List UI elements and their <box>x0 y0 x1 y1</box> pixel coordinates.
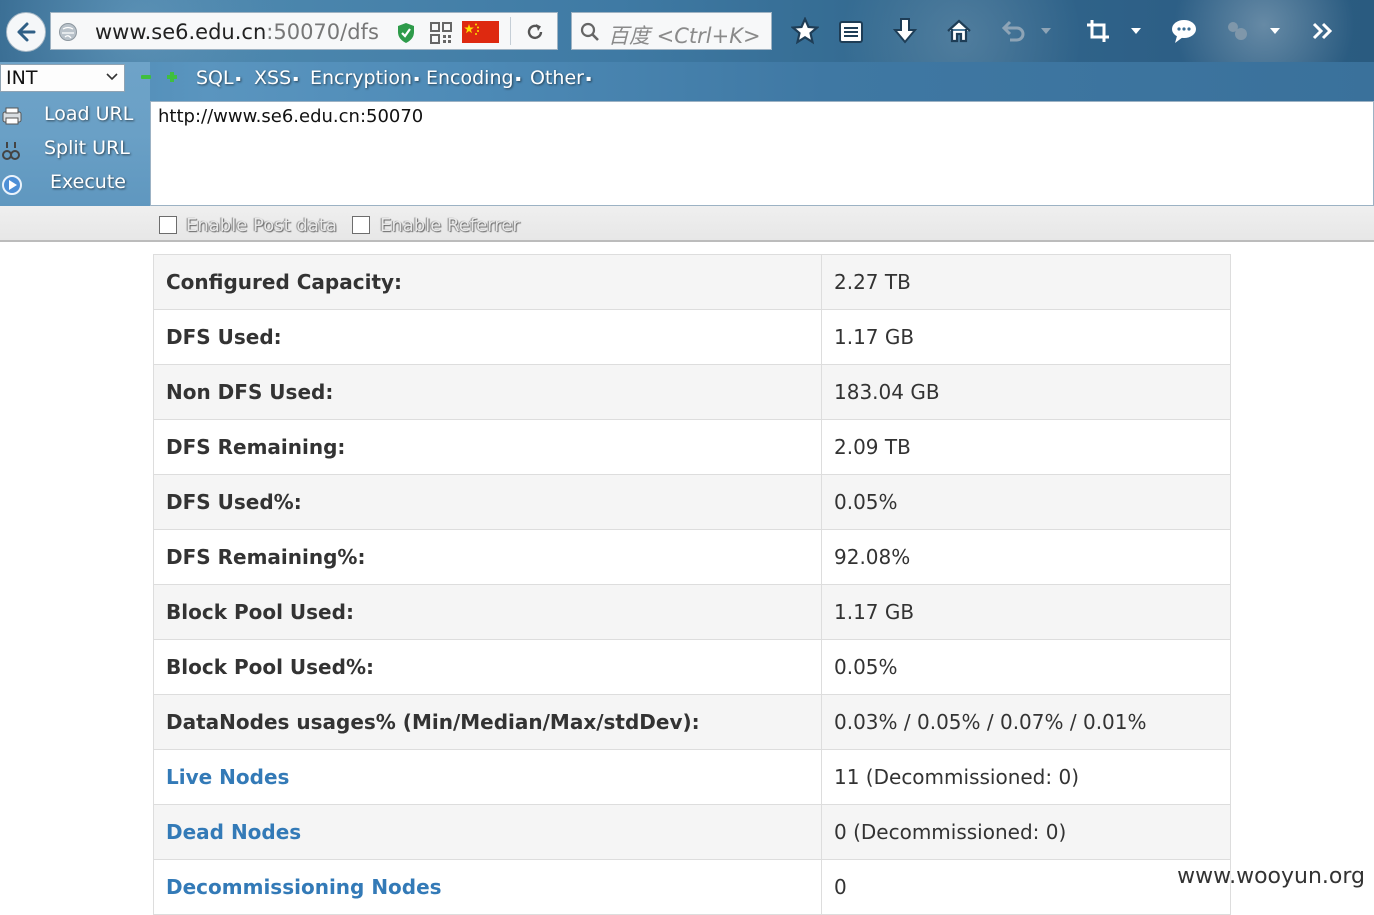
enable-referrer-label[interactable]: Enable Referrer <box>380 215 520 236</box>
row-key: DFS Used%: <box>153 474 822 530</box>
table-row: DFS Used: 1.17 GB <box>153 309 1231 365</box>
row-value: 0.05% <box>821 639 1231 695</box>
watermark: www.wooyun.org <box>1177 864 1365 889</box>
table-row: DFS Remaining: 2.09 TB <box>153 419 1231 475</box>
menu-other[interactable]: Other <box>530 67 591 89</box>
row-value: 183.04 GB <box>821 364 1231 420</box>
cluster-summary-table: Configured Capacity: 2.27 TB DFS Used: 1… <box>153 254 1231 915</box>
row-key: Non DFS Used: <box>153 364 822 420</box>
menu-sql[interactable]: SQL <box>196 67 241 89</box>
enable-post-label[interactable]: Enable Post data <box>186 215 337 236</box>
crop-icon[interactable] <box>1083 16 1113 46</box>
table-row: DataNodes usages% (Min/Median/Max/stdDev… <box>153 694 1231 750</box>
menu-encryption[interactable]: Encryption <box>310 67 419 89</box>
crop-dropdown-icon[interactable] <box>1128 16 1144 46</box>
row-key: Decommissioning Nodes <box>153 859 822 915</box>
chevron-down-icon <box>106 73 118 81</box>
site-info-icon[interactable] <box>58 22 78 42</box>
options-bar: Enable Post data Enable Referrer <box>0 206 1374 242</box>
enable-referrer-checkbox[interactable] <box>352 216 370 234</box>
row-key: Live Nodes <box>153 749 822 805</box>
decrease-icon[interactable] <box>140 71 152 83</box>
increase-icon[interactable] <box>166 71 178 83</box>
search-icon <box>580 22 599 41</box>
row-value: 0 (Decommissioned: 0) <box>821 804 1231 860</box>
undo-dropdown-icon[interactable] <box>1038 16 1054 46</box>
table-row: DFS Used%: 0.05% <box>153 474 1231 530</box>
extension-icon[interactable] <box>1222 16 1252 46</box>
row-value: 2.09 TB <box>821 419 1231 475</box>
table-row: Configured Capacity: 2.27 TB <box>153 254 1231 310</box>
back-arrow-icon <box>17 22 36 42</box>
execute-label: Execute <box>50 171 126 193</box>
url-textarea[interactable]: http://www.se6.edu.cn:50070 <box>150 101 1374 206</box>
reading-list-icon[interactable] <box>836 16 866 46</box>
row-value: 92.08% <box>821 529 1231 585</box>
table-row: Dead Nodes 0 (Decommissioned: 0) <box>153 804 1231 860</box>
download-icon[interactable] <box>890 16 920 46</box>
menu-encoding[interactable]: Encoding <box>426 67 521 89</box>
row-value: 11 (Decommissioned: 0) <box>821 749 1231 805</box>
overflow-icon[interactable] <box>1308 16 1338 46</box>
shield-icon[interactable] <box>396 22 416 44</box>
load-url-button[interactable]: Load URL <box>0 101 150 131</box>
qr-code-icon[interactable] <box>430 22 452 44</box>
row-key: Configured Capacity: <box>153 254 822 310</box>
row-key: DFS Remaining: <box>153 419 822 475</box>
home-icon[interactable] <box>944 16 974 46</box>
address-separator <box>510 17 511 45</box>
url-textarea-value: http://www.se6.edu.cn:50070 <box>158 106 424 127</box>
undo-icon[interactable] <box>998 16 1028 46</box>
type-select-value: INT <box>6 67 38 89</box>
execute-icon <box>2 175 22 195</box>
row-value: 1.17 GB <box>821 309 1231 365</box>
extension-dropdown-icon[interactable] <box>1267 16 1283 46</box>
table-row: Block Pool Used: 1.17 GB <box>153 584 1231 640</box>
load-url-icon <box>2 107 22 125</box>
live-nodes-link[interactable]: Live Nodes <box>166 765 289 789</box>
menu-xss[interactable]: XSS <box>254 67 299 89</box>
row-value: 0.05% <box>821 474 1231 530</box>
row-key: DataNodes usages% (Min/Median/Max/stdDev… <box>153 694 822 750</box>
row-value: 0 <box>821 859 1231 915</box>
table-row: Non DFS Used: 183.04 GB <box>153 364 1231 420</box>
enable-post-checkbox[interactable] <box>159 216 177 234</box>
address-bar[interactable]: www.se6.edu.cn:50070/dfs <box>50 12 558 50</box>
load-url-label: Load URL <box>44 103 134 125</box>
split-url-icon <box>2 142 20 160</box>
browser-toolbar: www.se6.edu.cn:50070/dfs 百度 <Ctrl+K> <box>0 0 1374 62</box>
row-key: DFS Used: <box>153 309 822 365</box>
split-url-button[interactable]: Split URL <box>0 135 150 165</box>
search-box[interactable]: 百度 <Ctrl+K> <box>571 12 772 50</box>
row-key: Block Pool Used%: <box>153 639 822 695</box>
row-value: 2.27 TB <box>821 254 1231 310</box>
row-key: Block Pool Used: <box>153 584 822 640</box>
decommissioning-nodes-link[interactable]: Decommissioning Nodes <box>166 875 442 899</box>
row-value: 1.17 GB <box>821 584 1231 640</box>
row-key: Dead Nodes <box>153 804 822 860</box>
table-row: DFS Remaining%: 92.08% <box>153 529 1231 585</box>
row-value: 0.03% / 0.05% / 0.07% / 0.01% <box>821 694 1231 750</box>
execute-button[interactable]: Execute <box>0 169 150 199</box>
row-key: DFS Remaining%: <box>153 529 822 585</box>
star-icon[interactable] <box>790 16 820 46</box>
reload-icon[interactable] <box>525 22 545 42</box>
table-row: Block Pool Used%: 0.05% <box>153 639 1231 695</box>
type-select[interactable]: INT <box>0 64 125 92</box>
china-flag-icon[interactable] <box>462 21 499 43</box>
table-row: Live Nodes 11 (Decommissioned: 0) <box>153 749 1231 805</box>
chat-icon[interactable] <box>1169 16 1199 46</box>
table-row: Decommissioning Nodes 0 <box>153 859 1231 915</box>
search-placeholder: 百度 <Ctrl+K> <box>608 24 761 48</box>
back-button[interactable] <box>6 12 46 52</box>
dead-nodes-link[interactable]: Dead Nodes <box>166 820 301 844</box>
split-url-label: Split URL <box>44 137 130 159</box>
address-text[interactable]: www.se6.edu.cn:50070/dfs <box>95 20 379 44</box>
